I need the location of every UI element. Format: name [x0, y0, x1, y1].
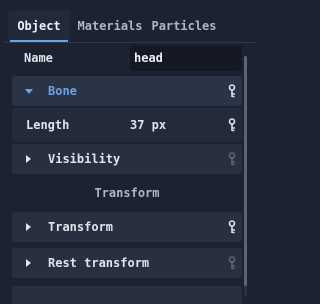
scrollbar-track[interactable] [244, 56, 247, 296]
key-icon-disabled [228, 256, 236, 270]
tab-particles[interactable]: Particles [148, 10, 220, 42]
tab-divider [4, 42, 256, 43]
transform-heading: Transform [94, 186, 160, 200]
rest-transform-section-label: Rest transform [48, 256, 150, 270]
name-label: Name [24, 51, 53, 65]
tab-materials[interactable]: Materials [72, 10, 148, 42]
key-icon[interactable] [228, 220, 236, 234]
bone-section-label: Bone [48, 84, 77, 98]
length-value[interactable]: 37 px [130, 108, 166, 142]
chevron-right-icon [26, 223, 31, 231]
bone-section-header[interactable]: Bone [12, 76, 242, 106]
visibility-section-header[interactable]: Visibility [12, 144, 242, 174]
length-label: Length [26, 118, 70, 132]
scrollbar-thumb[interactable] [244, 56, 247, 286]
rest-transform-section-header[interactable]: Rest transform [12, 248, 242, 278]
chevron-right-icon [26, 155, 31, 163]
key-icon[interactable] [228, 84, 236, 98]
chevron-right-icon [26, 259, 31, 267]
tab-bar: Object Materials Particles [4, 10, 256, 42]
length-row: Length 37 px [12, 108, 242, 142]
transform-section-label: Transform [48, 220, 114, 234]
transform-section-header[interactable]: Transform [12, 212, 242, 242]
visibility-section-label: Visibility [48, 152, 121, 166]
next-section-header-partial[interactable] [12, 286, 242, 304]
tab-object[interactable]: Object [8, 10, 70, 42]
name-field[interactable]: head [130, 45, 242, 71]
key-icon[interactable] [228, 118, 236, 132]
chevron-down-icon [25, 89, 33, 94]
key-icon-disabled [228, 152, 236, 166]
